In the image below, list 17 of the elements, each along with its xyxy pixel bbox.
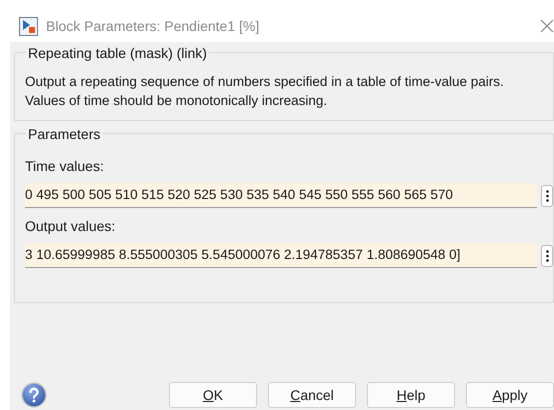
field-label: Output values:	[25, 217, 116, 236]
window-title: Block Parameters: Pendiente1 [%]	[46, 16, 260, 36]
dialog-button[interactable]: Apply	[466, 382, 554, 408]
dialog-button[interactable]: Help	[367, 382, 455, 408]
input-field[interactable]: 0 495 500 505 510 515 520 525 530 535 540 545 550 555 560 565 570	[25, 183, 537, 208]
close-icon[interactable]	[540, 19, 554, 33]
dialog-button[interactable]: OK	[169, 382, 257, 408]
help-icon[interactable]	[21, 382, 47, 408]
more-options-button[interactable]	[541, 184, 553, 206]
dialog-button[interactable]: Cancel	[268, 382, 356, 408]
more-icon	[546, 250, 548, 262]
block-icon	[19, 16, 38, 36]
more-icon	[546, 190, 548, 202]
more-options-button[interactable]	[541, 244, 553, 266]
field-label: Time values:	[25, 157, 105, 176]
mask-description: Output a repeating sequence of numbers specified in a table of time-value pairs. Values of time should be monotonically increasing.	[25, 73, 505, 110]
input-field[interactable]: 3 10.65999985 8.555000305 5.545000076 2.194785357 1.808690548 0]	[25, 243, 537, 268]
